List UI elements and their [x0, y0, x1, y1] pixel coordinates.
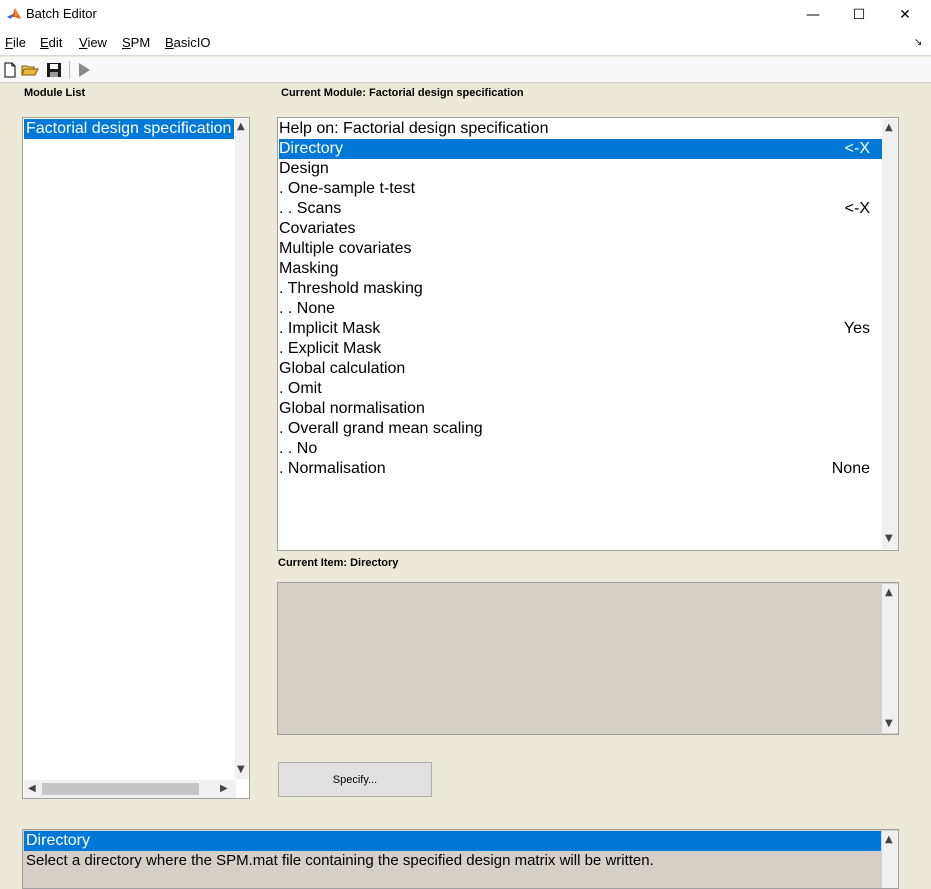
tree-row-label: . Omit: [279, 380, 322, 397]
tree-row-value: Yes: [843, 320, 870, 337]
close-button[interactable]: ✕: [882, 0, 928, 30]
module-tree-row[interactable]: Multiple covariates: [279, 239, 882, 259]
module-tree-row[interactable]: . Normalisation None: [279, 459, 882, 479]
tree-row-label: . Explicit Mask: [279, 340, 382, 357]
tree-row-value: None: [831, 460, 870, 477]
scroll-up-icon[interactable]: ▲: [885, 587, 893, 598]
module-tree-row[interactable]: . Overall grand mean scaling: [279, 419, 882, 439]
toolbar: [0, 57, 931, 83]
current-item-vertical-scrollbar[interactable]: ▲ ▼: [882, 584, 898, 733]
tree-row-label: . Implicit Mask: [279, 320, 381, 337]
tree-row-label: Help on: Factorial design specification: [279, 120, 549, 137]
minimize-button[interactable]: —: [790, 0, 836, 30]
module-tree-row[interactable]: Help on: Factorial design specification: [279, 119, 882, 139]
module-list-vertical-scrollbar[interactable]: ▲ ▼: [235, 119, 249, 779]
module-tree-row[interactable]: Masking: [279, 259, 882, 279]
module-tree-row[interactable]: . Omit: [279, 379, 882, 399]
tree-row-label: Global calculation: [279, 360, 406, 377]
close-icon: ✕: [899, 7, 911, 23]
help-vertical-scrollbar[interactable]: ▲: [882, 831, 898, 888]
matlab-logo-icon: [7, 8, 21, 19]
module-tree-row[interactable]: . Implicit Mask Yes: [279, 319, 882, 339]
menu-bar: File Edit View SPM BasicIO ↘: [0, 30, 931, 56]
module-list-horizontal-scrollbar[interactable]: ◀ ▶: [24, 780, 236, 798]
module-list-label: Module List: [24, 87, 86, 99]
tree-row-label: Global normalisation: [279, 400, 425, 417]
current-module-list[interactable]: Help on: Factorial design specification D…: [277, 117, 899, 551]
scroll-left-icon[interactable]: ◀: [28, 783, 36, 794]
module-tree-row[interactable]: . Threshold masking: [279, 279, 882, 299]
tree-row-label: Covariates: [279, 220, 356, 237]
scroll-up-icon[interactable]: ▲: [885, 122, 893, 133]
module-tree-row[interactable]: . . None: [279, 299, 882, 319]
module-list[interactable]: Factorial design specification ▲ ▼ ◀ ▶: [22, 117, 250, 799]
module-tree-row[interactable]: . Explicit Mask: [279, 339, 882, 359]
tree-row-label: . Threshold masking: [279, 280, 423, 297]
scroll-up-icon[interactable]: ▲: [885, 834, 893, 845]
tree-row-label: . Overall grand mean scaling: [279, 420, 483, 437]
scroll-down-icon[interactable]: ▼: [885, 533, 893, 544]
menu-basicio[interactable]: BasicIO: [165, 35, 211, 50]
help-panel[interactable]: Directory Select a directory where the S…: [22, 829, 899, 889]
tree-row-label: . . No: [279, 440, 318, 457]
tree-row-label: Directory: [279, 140, 344, 157]
specify-button[interactable]: Specify...: [278, 762, 432, 797]
maximize-icon: ☐: [852, 7, 866, 23]
run-batch-icon[interactable]: [75, 61, 93, 79]
tree-row-label: Masking: [279, 260, 339, 277]
scroll-up-icon[interactable]: ▲: [237, 121, 245, 132]
module-tree-row[interactable]: Global calculation: [279, 359, 882, 379]
module-tree-row[interactable]: Design: [279, 159, 882, 179]
open-folder-icon[interactable]: [21, 61, 39, 79]
maximize-button[interactable]: ☐: [836, 0, 882, 30]
module-tree-row[interactable]: . . Scans <-X: [279, 199, 882, 219]
scroll-down-icon[interactable]: ▼: [885, 718, 893, 729]
tree-row-value: <-X: [844, 200, 870, 217]
tree-row-value: <-X: [844, 140, 870, 157]
tree-row-label: . One-sample t-test: [279, 180, 416, 197]
menu-file[interactable]: File: [5, 35, 26, 50]
current-item-panel[interactable]: ▲ ▼: [277, 582, 899, 735]
current-item-label: Current Item: Directory: [278, 557, 399, 569]
help-text: Select a directory where the SPM.mat fil…: [26, 852, 654, 869]
tree-row-label: Multiple covariates: [279, 240, 412, 257]
current-module-vertical-scrollbar[interactable]: ▲ ▼: [882, 119, 898, 549]
menu-overflow-icon[interactable]: ↘: [914, 37, 922, 48]
module-tree-row[interactable]: Covariates: [279, 219, 882, 239]
module-tree-row[interactable]: . . No: [279, 439, 882, 459]
save-icon[interactable]: [45, 61, 63, 79]
menu-view[interactable]: View: [79, 35, 107, 50]
window-title: Batch Editor: [26, 6, 97, 21]
module-tree-row[interactable]: Directory <-X: [279, 139, 882, 159]
current-module-label: Current Module: Factorial design specifi…: [281, 87, 524, 99]
menu-spm[interactable]: SPM: [122, 35, 150, 50]
horizontal-scroll-thumb[interactable]: [42, 783, 199, 795]
tree-row-label: . Normalisation: [279, 460, 386, 477]
module-tree-row[interactable]: Global normalisation: [279, 399, 882, 419]
toolbar-separator: [69, 61, 70, 79]
scroll-right-icon[interactable]: ▶: [220, 783, 228, 794]
module-tree-row[interactable]: . One-sample t-test: [279, 179, 882, 199]
tree-row-label: . . Scans: [279, 200, 342, 217]
module-list-item[interactable]: Factorial design specification: [24, 119, 234, 139]
tree-row-label: Design: [279, 160, 329, 177]
help-title: Directory: [24, 831, 881, 851]
minimize-icon: —: [806, 7, 820, 23]
scroll-down-icon[interactable]: ▼: [237, 764, 245, 775]
title-bar: Batch Editor — ☐ ✕: [0, 0, 931, 30]
menu-edit[interactable]: Edit: [40, 35, 62, 50]
tree-row-label: . . None: [279, 300, 336, 317]
new-file-icon[interactable]: [1, 61, 19, 79]
